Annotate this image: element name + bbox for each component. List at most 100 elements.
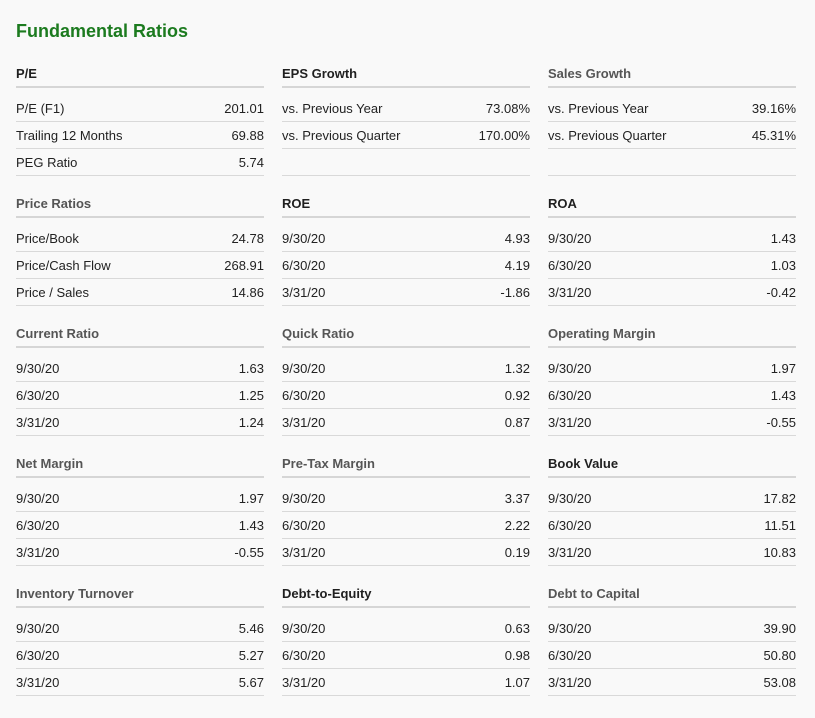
table-row: 6/30/20 0.92 [282,382,530,409]
row-label: 3/31/20 [548,674,592,690]
section-title: Book Value [548,450,796,478]
section-title: Price Ratios [16,190,264,218]
row-value: -0.55 [766,414,796,430]
row-value: 4.19 [504,257,530,273]
row-label: 6/30/20 [548,517,592,533]
section-rows: 9/30/20 1.97 6/30/20 1.43 3/31/20 -0.55 [548,355,796,436]
section-roa: ROA 9/30/20 1.43 6/30/20 1.03 3/31/20 -0… [548,190,796,320]
row-value: 1.24 [238,414,264,430]
row-label: 9/30/20 [548,490,592,506]
row-label: 3/31/20 [16,414,60,430]
row-value: 5.46 [238,620,264,636]
row-value: 170.00% [478,127,530,143]
row-value: 1.63 [238,360,264,376]
table-row: 9/30/20 1.97 [16,485,264,512]
table-row-empty [282,149,530,176]
ratios-grid: P/E P/E (F1) 201.01 Trailing 12 Months 6… [16,60,796,710]
section-title: Net Margin [16,450,264,478]
section-title: P/E [16,60,264,88]
section-title: Inventory Turnover [16,580,264,608]
section-title: Pre-Tax Margin [282,450,530,478]
table-row: 9/30/20 17.82 [548,485,796,512]
row-label: Price/Cash Flow [16,257,111,273]
table-row: vs. Previous Quarter 45.31% [548,122,796,149]
row-value: 201.01 [224,100,264,116]
table-row: vs. Previous Quarter 170.00% [282,122,530,149]
row-value: 0.19 [504,544,530,560]
row-label: 3/31/20 [16,674,60,690]
section-debt-to-capital: Debt to Capital 9/30/20 39.90 6/30/20 50… [548,580,796,710]
table-row: 3/31/20 -0.55 [16,539,264,566]
row-label: 6/30/20 [16,517,60,533]
row-value: 0.92 [504,387,530,403]
row-label: Price / Sales [16,284,89,300]
table-row: 3/31/20 5.67 [16,669,264,696]
row-value: 0.98 [504,647,530,663]
row-label: 9/30/20 [282,230,326,246]
section-price-ratios: Price Ratios Price/Book 24.78 Price/Cash… [16,190,264,320]
row-value: 1.43 [238,517,264,533]
table-row: 9/30/20 4.93 [282,225,530,252]
table-row: 3/31/20 53.08 [548,669,796,696]
row-label: 6/30/20 [16,387,60,403]
section-rows: 9/30/20 4.93 6/30/20 4.19 3/31/20 -1.86 [282,225,530,306]
table-row: 3/31/20 -0.42 [548,279,796,306]
row-value: 1.03 [770,257,796,273]
table-row: 6/30/20 4.19 [282,252,530,279]
row-label: 6/30/20 [548,257,592,273]
row-label: 3/31/20 [16,544,60,560]
row-label: P/E (F1) [16,100,65,116]
table-row: 9/30/20 1.97 [548,355,796,382]
row-value: 1.97 [238,490,264,506]
table-row: PEG Ratio 5.74 [16,149,264,176]
row-value: -0.42 [766,284,796,300]
section-rows: P/E (F1) 201.01 Trailing 12 Months 69.88… [16,95,264,176]
table-row: 3/31/20 10.83 [548,539,796,566]
row-label: 6/30/20 [282,387,326,403]
row-label: 3/31/20 [282,544,326,560]
table-row: 9/30/20 1.63 [16,355,264,382]
row-value: 69.88 [231,127,264,143]
table-row: 3/31/20 -1.86 [282,279,530,306]
row-value: 1.32 [504,360,530,376]
row-value: 1.07 [504,674,530,690]
row-label: 9/30/20 [16,360,60,376]
table-row: Price/Book 24.78 [16,225,264,252]
row-label: 3/31/20 [282,674,326,690]
table-row: 6/30/20 50.80 [548,642,796,669]
section-current-ratio: Current Ratio 9/30/20 1.63 6/30/20 1.25 … [16,320,264,450]
section-inventory-turnover: Inventory Turnover 9/30/20 5.46 6/30/20 … [16,580,264,710]
row-label: 3/31/20 [282,414,326,430]
section-title: ROA [548,190,796,218]
row-value: 39.90 [763,620,796,636]
table-row: 3/31/20 1.24 [16,409,264,436]
section-roe: ROE 9/30/20 4.93 6/30/20 4.19 3/31/20 -1… [282,190,530,320]
row-label: 9/30/20 [16,490,60,506]
section-rows: 9/30/20 1.63 6/30/20 1.25 3/31/20 1.24 [16,355,264,436]
row-value: 45.31% [751,127,796,143]
section-rows: Price/Book 24.78 Price/Cash Flow 268.91 … [16,225,264,306]
section-quick-ratio: Quick Ratio 9/30/20 1.32 6/30/20 0.92 3/… [282,320,530,450]
row-label: 6/30/20 [548,647,592,663]
section-sales-growth: Sales Growth vs. Previous Year 39.16% vs… [548,60,796,190]
table-row: 3/31/20 1.07 [282,669,530,696]
section-pre-tax-margin: Pre-Tax Margin 9/30/20 3.37 6/30/20 2.22… [282,450,530,580]
row-value: 11.51 [764,517,796,533]
table-row: 9/30/20 5.46 [16,615,264,642]
row-label: 6/30/20 [548,387,592,403]
section-book-value: Book Value 9/30/20 17.82 6/30/20 11.51 3… [548,450,796,580]
table-row: 3/31/20 0.87 [282,409,530,436]
section-rows: 9/30/20 3.37 6/30/20 2.22 3/31/20 0.19 [282,485,530,566]
section-rows: vs. Previous Year 73.08% vs. Previous Qu… [282,95,530,176]
page-title: Fundamental Ratios [16,21,189,41]
row-label: vs. Previous Year [282,100,383,116]
row-label: 9/30/20 [282,490,326,506]
row-value: 39.16% [751,100,796,116]
row-label: 3/31/20 [548,544,592,560]
section-rows: 9/30/20 1.32 6/30/20 0.92 3/31/20 0.87 [282,355,530,436]
table-row: 6/30/20 0.98 [282,642,530,669]
table-row: Price/Cash Flow 268.91 [16,252,264,279]
row-label: 9/30/20 [548,230,592,246]
table-row: 6/30/20 1.25 [16,382,264,409]
table-row: 6/30/20 1.03 [548,252,796,279]
